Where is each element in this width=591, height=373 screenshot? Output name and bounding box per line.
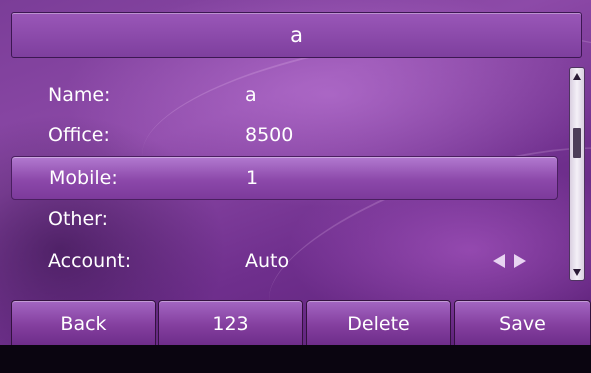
scroll-thumb[interactable]: [573, 128, 581, 158]
phone-screen: a Name: a Office: 8500 Mobile: 1 Other: …: [0, 0, 591, 373]
save-softkey[interactable]: Save: [454, 300, 591, 345]
field-label: Other:: [48, 208, 109, 230]
field-row-mobile[interactable]: Mobile: 1: [11, 156, 558, 200]
arrow-left-icon[interactable]: [493, 254, 505, 268]
field-row-office[interactable]: Office: 8500: [11, 114, 556, 156]
field-value: Auto: [245, 250, 290, 272]
field-row-account[interactable]: Account: Auto: [11, 240, 556, 282]
field-label: Office:: [48, 124, 110, 146]
back-softkey[interactable]: Back: [11, 300, 156, 345]
input-mode-softkey[interactable]: 123: [158, 300, 303, 345]
scroll-down-button[interactable]: [570, 264, 584, 280]
contact-title: a: [11, 12, 582, 58]
field-row-name[interactable]: Name: a: [11, 74, 556, 116]
scroll-up-arrow-icon: [573, 72, 581, 80]
field-value: 8500: [245, 124, 294, 146]
field-value[interactable]: 1: [246, 157, 258, 199]
arrow-right-icon[interactable]: [514, 254, 526, 268]
scroll-down-arrow-icon: [573, 268, 581, 276]
field-value: a: [245, 84, 257, 106]
field-label: Account:: [48, 250, 132, 272]
field-row-other[interactable]: Other:: [11, 198, 556, 240]
account-selector-arrows[interactable]: [493, 240, 526, 282]
softkey-bar: Back 123 Delete Save: [0, 300, 591, 345]
field-label: Name:: [48, 84, 111, 106]
scrollbar[interactable]: [569, 67, 585, 281]
field-label: Mobile:: [49, 167, 118, 189]
scroll-up-button[interactable]: [570, 68, 584, 84]
delete-softkey[interactable]: Delete: [306, 300, 451, 345]
